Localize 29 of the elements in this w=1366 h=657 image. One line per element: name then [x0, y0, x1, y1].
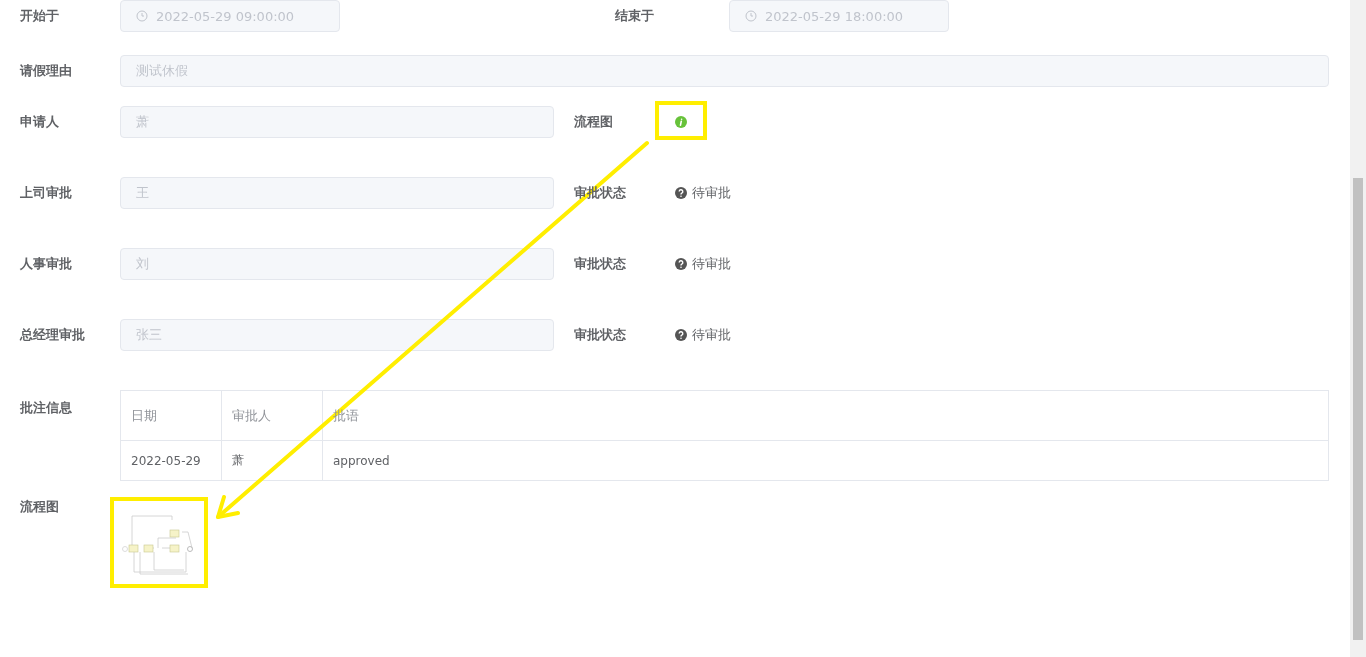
table-cell: approved — [322, 440, 1329, 481]
field-label: 总经理审批 — [20, 326, 86, 344]
highlight-box — [655, 101, 707, 140]
field-label: 流程图 — [20, 498, 60, 516]
field-label: 审批状态 — [574, 326, 627, 344]
scrollbar-thumb[interactable] — [1353, 178, 1363, 640]
status-text: 待审批 — [692, 326, 731, 344]
info-icon[interactable] — [675, 116, 687, 128]
field-label: 开始于 — [20, 7, 60, 25]
status-text: 待审批 — [692, 255, 731, 273]
field-label: 人事审批 — [20, 255, 73, 273]
clock-icon — [745, 10, 757, 22]
column-header: 日期 — [120, 390, 222, 441]
field-label: 请假理由 — [20, 62, 73, 80]
table-cell: 2022-05-29 — [120, 440, 222, 481]
scrollbar-track[interactable] — [1350, 0, 1366, 657]
clock-icon — [136, 10, 148, 22]
field-label: 流程图 — [574, 113, 614, 131]
column-header: 审批人 — [221, 390, 323, 441]
field-label: 申请人 — [20, 113, 60, 131]
field-label: 上司审批 — [20, 184, 73, 202]
table-cell: 萧 — [221, 440, 323, 481]
question-icon — [675, 187, 687, 199]
status-text: 待审批 — [692, 184, 731, 202]
question-icon — [675, 258, 687, 270]
field-label: 批注信息 — [20, 399, 73, 417]
question-icon — [675, 329, 687, 341]
field-label: 审批状态 — [574, 255, 627, 273]
field-label: 结束于 — [615, 7, 655, 25]
